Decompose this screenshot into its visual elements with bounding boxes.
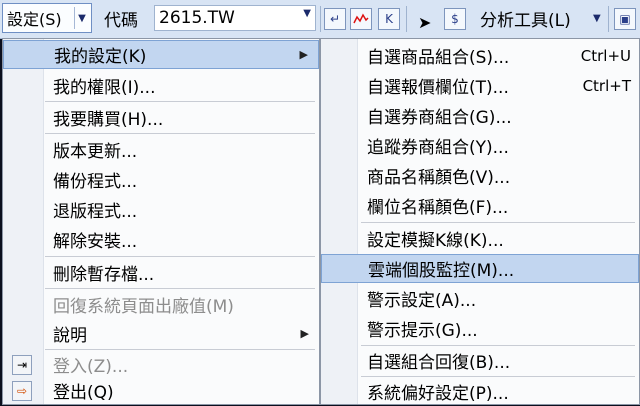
submenu-item-restore-groups[interactable]: 自選組合回復(B)... xyxy=(321,346,639,375)
menu-item-label: 我的設定(K) xyxy=(54,47,147,67)
menu-item-version-update[interactable]: 版本更新... xyxy=(3,135,319,164)
toolbar-divider xyxy=(608,6,609,32)
menu-item-shortcut: Ctrl+T xyxy=(582,76,631,95)
menu-item-label: 登出(Q) xyxy=(53,383,114,403)
menu-item-my-permissions[interactable]: 我的權限(I)... xyxy=(3,71,319,100)
menu-item-rollback[interactable]: 退版程式... xyxy=(3,195,319,224)
menu-item-clear-cache[interactable]: 刪除暫存檔... xyxy=(3,258,319,287)
menu-item-label: 登入(Z)... xyxy=(53,357,129,377)
chevron-down-icon[interactable]: ▼ xyxy=(303,8,311,19)
menu-item-help[interactable]: 說明 ▶ xyxy=(3,319,319,348)
menu-item-label: 說明 xyxy=(53,326,87,346)
menu-item-login: ⇥ 登入(Z)... xyxy=(3,350,319,379)
toolbar: 設定(S) ▼ 代碼 2615.TW ▼ ↵ K ➤ $ 分析工具(L) ▼ ▣ xyxy=(0,0,640,39)
chevron-right-icon: ▶ xyxy=(300,327,309,340)
menu-item-label: 回復系統頁面出廠值(M) xyxy=(53,297,234,317)
submenu-item-product-name-color[interactable]: 商品名稱顏色(V)... xyxy=(321,161,639,190)
menu-item-purchase[interactable]: 我要購買(H)... xyxy=(3,103,319,132)
menu-item-shortcut: Ctrl+U xyxy=(580,46,631,65)
enter-icon[interactable]: ↵ xyxy=(324,8,346,30)
menu-item-restore-defaults: 回復系統頁面出廠值(M) xyxy=(3,290,319,319)
symbol-code-input[interactable]: 2615.TW ▼ xyxy=(154,5,316,31)
menu-item-label: 退版程式... xyxy=(53,202,138,222)
code-label: 代碼 xyxy=(104,10,138,31)
menu-separator xyxy=(45,288,315,289)
submenu-item-simulated-k-line[interactable]: 設定模擬K線(K)... xyxy=(321,224,639,253)
settings-menu-label: 設定(S) xyxy=(7,10,62,29)
submenu-item-broker-groups[interactable]: 自選券商組合(G)... xyxy=(321,101,639,130)
menu-item-label: 自選組合回復(B)... xyxy=(367,353,511,373)
menu-item-label: 追蹤券商組合(Y)... xyxy=(367,138,509,158)
menu-item-label: 設定模擬K線(K)... xyxy=(367,231,504,251)
app-icon[interactable]: ▣ xyxy=(614,8,636,30)
menu-item-label: 我要購買(H)... xyxy=(53,110,164,130)
menu-item-label: 雲端個股監控(M)... xyxy=(368,261,515,281)
k-line-icon[interactable]: K xyxy=(378,8,400,30)
chevron-right-icon: ▶ xyxy=(299,48,308,61)
menu-item-label: 自選商品組合(S)... xyxy=(367,48,510,68)
menu-item-label: 欄位名稱顏色(F)... xyxy=(367,198,509,218)
menu-item-logout[interactable]: ⇨ 登出(Q) xyxy=(3,376,319,405)
symbol-code-value: 2615.TW xyxy=(159,8,235,28)
menu-item-backup[interactable]: 備份程式... xyxy=(3,165,319,194)
menu-item-label: 備份程式... xyxy=(53,172,138,192)
menu-item-label: 商品名稱顏色(V)... xyxy=(367,168,511,188)
chevron-down-icon[interactable]: ▼ xyxy=(593,4,601,32)
menu-item-label: 警示設定(A)... xyxy=(367,291,477,311)
cursor-icon[interactable]: ➤ xyxy=(418,8,431,36)
menu-item-label: 警示提示(G)... xyxy=(367,321,478,341)
submenu-item-alert-notifications[interactable]: 警示提示(G)... xyxy=(321,314,639,343)
submenu-item-track-brokers[interactable]: 追蹤券商組合(Y)... xyxy=(321,131,639,160)
submenu-item-alert-settings[interactable]: 警示設定(A)... xyxy=(321,284,639,313)
menu-separator xyxy=(45,133,315,134)
menu-separator xyxy=(45,101,315,102)
submenu-item-column-name-color[interactable]: 欄位名稱顏色(F)... xyxy=(321,191,639,220)
chevron-down-icon[interactable]: ▼ xyxy=(74,7,89,29)
menu-item-label: 自選券商組合(G)... xyxy=(367,108,512,128)
dollar-icon[interactable]: $ xyxy=(444,8,466,30)
menu-separator xyxy=(45,256,315,257)
menu-item-my-settings[interactable]: 我的設定(K) ▶ xyxy=(3,40,319,69)
toolbar-divider xyxy=(320,6,321,32)
submenu-item-system-preferences[interactable]: 系統偏好設定(P)... xyxy=(321,377,639,406)
menu-item-label: 刪除暫存檔... xyxy=(53,265,155,285)
toolbar-divider xyxy=(406,6,407,32)
submenu-item-watchlist-groups[interactable]: 自選商品組合(S)... Ctrl+U xyxy=(321,41,639,70)
logout-icon: ⇨ xyxy=(12,380,32,401)
my-settings-submenu: 自選商品組合(S)... Ctrl+U 自選報價欄位(T)... Ctrl+T … xyxy=(320,38,640,405)
submenu-item-cloud-stock-monitor[interactable]: 雲端個股監控(M)... xyxy=(321,254,639,283)
menu-item-label: 我的權限(I)... xyxy=(53,78,156,98)
submenu-item-quote-columns[interactable]: 自選報價欄位(T)... Ctrl+T xyxy=(321,71,639,100)
settings-menu: 我的設定(K) ▶ 我的權限(I)... 我要購買(H)... 版本更新... … xyxy=(2,38,320,405)
menu-item-label: 系統偏好設定(P)... xyxy=(367,384,509,404)
analysis-tools-menu[interactable]: 分析工具(L) xyxy=(480,4,571,32)
menu-item-label: 版本更新... xyxy=(53,142,138,162)
menu-separator xyxy=(361,222,635,223)
chart-line-icon[interactable] xyxy=(350,8,372,30)
settings-menu-button[interactable]: 設定(S) ▼ xyxy=(2,3,92,33)
menu-item-label: 解除安裝... xyxy=(53,232,138,252)
menu-item-uninstall[interactable]: 解除安裝... xyxy=(3,225,319,254)
login-icon: ⇥ xyxy=(12,354,32,375)
menu-item-label: 自選報價欄位(T)... xyxy=(367,78,509,98)
